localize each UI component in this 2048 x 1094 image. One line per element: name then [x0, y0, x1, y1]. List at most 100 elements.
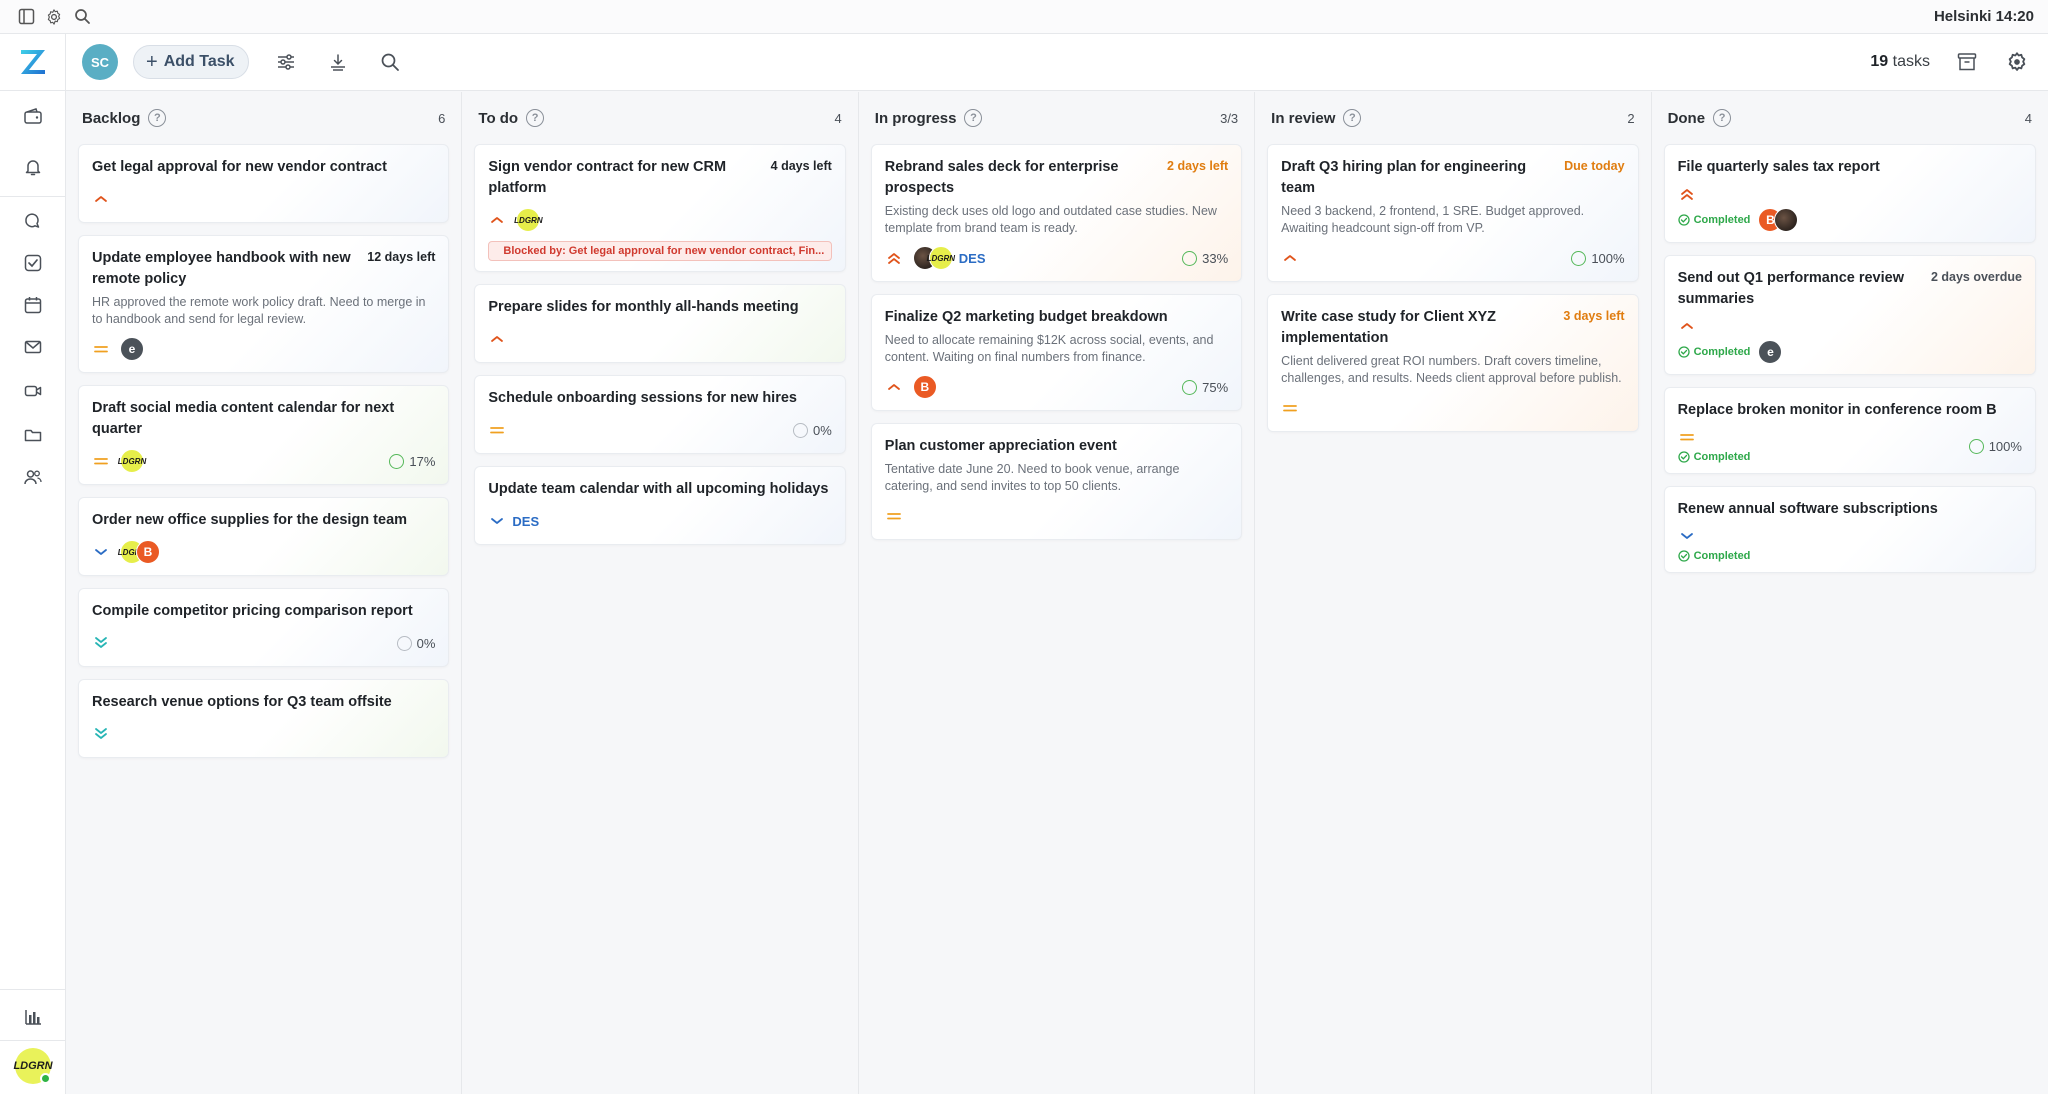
card-list: Rebrand sales deck for enterprise prospe… — [859, 144, 1254, 540]
card-meta — [885, 503, 1228, 529]
card-meta-row — [1281, 400, 1299, 416]
column-count: 6 — [438, 110, 446, 126]
gear-icon[interactable] — [42, 5, 66, 29]
card-title: File quarterly sales tax report — [1677, 159, 1880, 175]
task-card[interactable]: Order new office supplies for the design… — [78, 497, 450, 576]
current-user-avatar[interactable]: SC — [82, 44, 118, 80]
card-meta — [92, 721, 435, 747]
assignee-avatar[interactable]: LDGRN — [514, 208, 543, 232]
task-card[interactable]: Prepare slides for monthly all-hands mee… — [474, 284, 846, 363]
task-card[interactable]: Draft Q3 hiring plan for engineering tea… — [1267, 144, 1639, 282]
card-title: Schedule onboarding sessions for new hir… — [488, 390, 797, 406]
stats-icon[interactable] — [20, 1004, 46, 1030]
task-card[interactable]: Renew annual software subscriptions Compl… — [1663, 486, 2036, 573]
card-meta-row — [1678, 528, 1751, 544]
assignee-avatar[interactable]: e — [1758, 340, 1783, 364]
assignee-avatar[interactable]: B — [136, 540, 160, 564]
card-header: Schedule onboarding sessions for new hir… — [488, 388, 831, 409]
search-icon[interactable] — [70, 5, 94, 29]
assignees: e — [120, 337, 144, 361]
task-card[interactable]: Write case study for Client XYZ implemen… — [1267, 294, 1639, 432]
add-task-label: Add Task — [163, 53, 235, 70]
card-meta-left: DES — [488, 513, 539, 529]
filter-icon[interactable] — [271, 47, 301, 77]
checkbox-icon[interactable] — [20, 250, 46, 276]
card-meta-left: LDGRN DES — [885, 246, 986, 270]
sidebar-toggle-icon[interactable] — [14, 5, 38, 29]
priority-highest-icon — [885, 250, 903, 266]
priority-low-icon — [488, 513, 506, 529]
task-card[interactable]: Schedule onboarding sessions for new hir… — [474, 375, 846, 454]
user-avatar[interactable]: LDGRN — [13, 1048, 53, 1084]
task-card[interactable]: Plan customer appreciation event Tentativ… — [870, 423, 1243, 540]
progress-ring-icon — [389, 453, 405, 469]
card-meta-left: e — [92, 337, 144, 361]
card-meta: B 75% — [885, 374, 1228, 400]
kanban-board: Backlog? 6 Get legal approval for new vend… — [66, 92, 2048, 1094]
add-task-button[interactable]: + Add Task — [133, 45, 249, 79]
task-card[interactable]: Get legal approval for new vendor contra… — [78, 144, 450, 223]
completed-status: Completed — [1677, 550, 1750, 562]
assignee-avatar[interactable]: LDGRN — [927, 246, 955, 270]
help-icon[interactable]: ? — [148, 109, 167, 127]
assignee-avatar[interactable]: LDGRN — [118, 449, 146, 473]
left-sidebar: LDGRN — [0, 34, 66, 1094]
card-header: Draft Q3 hiring plan for engineering tea… — [1281, 157, 1624, 199]
calendar-icon[interactable] — [20, 292, 46, 318]
help-icon[interactable]: ? — [1343, 109, 1362, 127]
mail-icon[interactable] — [20, 334, 46, 360]
card-title: Research venue options for Q3 team offsi… — [92, 694, 392, 710]
task-card[interactable]: Compile competitor pricing comparison re… — [78, 588, 450, 667]
card-meta-left — [885, 508, 903, 524]
card-header: Draft social media content calendar for … — [92, 398, 435, 440]
card-meta-row — [488, 422, 506, 438]
progress-value: 100% — [1591, 250, 1625, 266]
sort-icon[interactable] — [323, 47, 353, 77]
task-count-suffix: tasks — [1892, 53, 1930, 70]
priority-medium-icon — [92, 341, 110, 357]
card-title: Compile competitor pricing comparison re… — [92, 603, 413, 619]
folder-icon[interactable] — [20, 422, 46, 448]
settings-gear-icon[interactable] — [2002, 47, 2032, 77]
wallet-icon[interactable] — [20, 104, 46, 130]
task-card[interactable]: Update employee handbook with new remote… — [78, 235, 450, 373]
priority-high-icon — [92, 191, 110, 207]
task-card[interactable]: Research venue options for Q3 team offsi… — [78, 679, 450, 758]
help-icon[interactable]: ? — [964, 109, 983, 127]
task-card[interactable]: Rebrand sales deck for enterprise prospe… — [870, 144, 1243, 282]
assignee-avatar[interactable]: e — [120, 337, 144, 361]
task-card[interactable]: Update team calendar with all upcoming h… — [474, 466, 846, 545]
card-meta: 0% — [92, 630, 435, 656]
archive-icon[interactable] — [1952, 47, 1982, 77]
assignee-avatar[interactable]: B — [912, 375, 937, 399]
chat-icon[interactable] — [20, 208, 46, 234]
help-icon[interactable]: ? — [1713, 109, 1732, 127]
card-meta-row — [92, 635, 110, 651]
card-meta: LDGRN 17% — [92, 448, 435, 474]
video-icon[interactable] — [20, 378, 46, 404]
task-card[interactable]: Sign vendor contract for new CRM platfor… — [474, 144, 846, 272]
card-list: File quarterly sales tax report Completed… — [1652, 144, 2048, 573]
users-icon[interactable] — [20, 464, 46, 490]
column-header: In progress? 3/3 — [859, 92, 1254, 144]
priority-medium-icon — [1678, 429, 1696, 445]
card-description: Existing deck uses old logo and outdated… — [884, 204, 1217, 235]
progress-indicator: 0% — [396, 635, 435, 651]
task-card[interactable]: Finalize Q2 marketing budget breakdown Ne… — [870, 294, 1243, 411]
card-meta-row — [1678, 186, 1799, 202]
card-title: Update team calendar with all upcoming h… — [488, 481, 829, 497]
help-icon[interactable]: ? — [526, 109, 545, 127]
check-circle-icon — [1677, 550, 1690, 562]
assignee-avatar[interactable] — [1774, 208, 1799, 232]
task-card[interactable]: Replace broken monitor in conference roo… — [1663, 387, 2036, 474]
board-search-icon[interactable] — [375, 47, 405, 77]
task-card[interactable]: Draft social media content calendar for … — [78, 385, 450, 485]
blocked-banner[interactable]: Blocked by: Get legal approval for new v… — [488, 241, 832, 261]
app-logo[interactable] — [18, 46, 48, 78]
task-card[interactable]: File quarterly sales tax report Completed… — [1663, 144, 2036, 243]
task-card[interactable]: Send out Q1 performance review summaries… — [1663, 255, 2036, 375]
progress-ring-icon — [1182, 250, 1198, 266]
check-circle-icon — [1677, 346, 1690, 358]
bell-icon[interactable] — [20, 154, 46, 180]
priority-high-icon — [1281, 250, 1299, 266]
